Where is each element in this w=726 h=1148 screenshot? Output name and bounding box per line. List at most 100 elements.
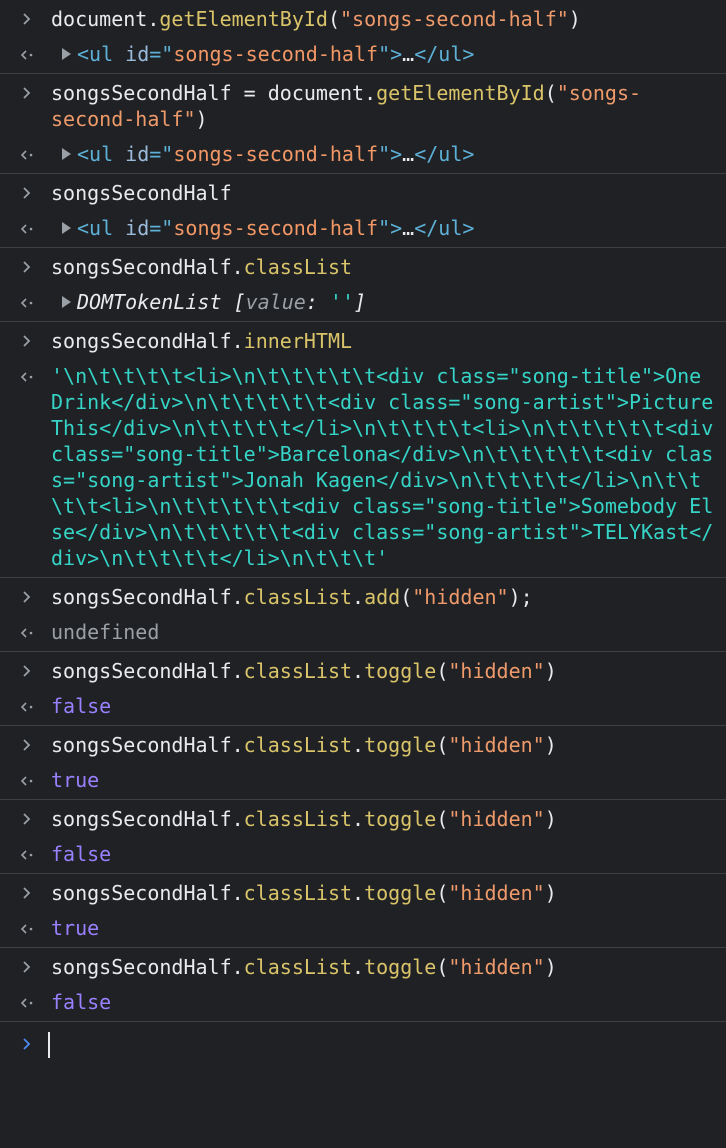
token-plain: (: [436, 881, 449, 905]
token-attrval: songs-second-half: [173, 216, 379, 240]
input-code: songsSecondHalf.classList.toggle("hidden…: [51, 807, 557, 831]
token-method: classList: [243, 255, 353, 279]
token-tag: </ul>: [414, 142, 475, 166]
input-code: songsSecondHalf.classList.toggle("hidden…: [51, 955, 557, 979]
console-output-line[interactable]: DOMTokenList [value: '']: [0, 284, 726, 321]
token-ellip: …: [402, 142, 415, 166]
token-plain: (: [327, 7, 340, 31]
token-tag: </ul>: [414, 216, 475, 240]
console-input-line[interactable]: songsSecondHalf: [0, 174, 726, 210]
token-method: toggle: [364, 659, 437, 683]
disclosure-triangle-icon[interactable]: [62, 222, 71, 234]
input-code: songsSecondHalf.classList.toggle("hidden…: [51, 733, 557, 757]
chevron-right-icon: [20, 732, 34, 758]
console-entry: songsSecondHalf.classList DOMTokenList [v…: [0, 248, 726, 322]
token-plain: songsSecondHalf.: [51, 659, 244, 683]
token-method: classList: [243, 659, 353, 683]
console-entry: songsSecondHalf.classList.add("hidden");…: [0, 578, 726, 652]
output-value: true: [51, 916, 99, 940]
token-method: toggle: [364, 955, 437, 979]
token-method: toggle: [364, 733, 437, 757]
output-value: '\n\t\t\t\t<li>\n\t\t\t\t\t<div class="s…: [51, 364, 725, 570]
text-cursor: [48, 1032, 50, 1058]
token-bool: false: [51, 842, 112, 866]
input-code: songsSecondHalf = document.getElementByI…: [51, 81, 641, 131]
output-value: <ul id="songs-second-half">…</ul>: [62, 142, 474, 166]
token-bool: false: [51, 990, 112, 1014]
chevron-right-icon: [20, 954, 34, 980]
console-output-line: true: [0, 762, 726, 799]
token-string: "hidden": [448, 659, 545, 683]
disclosure-triangle-icon[interactable]: [62, 48, 71, 60]
return-arrow-icon: [20, 620, 34, 646]
output-value: true: [51, 768, 99, 792]
token-plain: (: [544, 81, 557, 105]
console-input-line[interactable]: songsSecondHalf.innerHTML: [0, 322, 726, 358]
disclosure-triangle-icon[interactable]: [62, 148, 71, 160]
console-entry: document.getElementById("songs-second-ha…: [0, 0, 726, 74]
console-output-line: false: [0, 984, 726, 1021]
console-entry: songsSecondHalf.classList.toggle("hidden…: [0, 948, 726, 1022]
console-output-line: '\n\t\t\t\t<li>\n\t\t\t\t\t<div class="s…: [0, 358, 726, 577]
console-output-line[interactable]: <ul id="songs-second-half">…</ul>: [0, 210, 726, 247]
token-tag: <ul: [77, 216, 126, 240]
console-input-line[interactable]: songsSecondHalf.classList.toggle("hidden…: [0, 726, 726, 762]
token-ital: DOMTokenList: [77, 290, 222, 314]
console-input-line[interactable]: songsSecondHalf.classList.toggle("hidden…: [0, 948, 726, 984]
output-value: <ul id="songs-second-half">…</ul>: [62, 216, 474, 240]
token-strout: '': [329, 290, 354, 314]
token-method: innerHTML: [243, 329, 353, 353]
token-tag: <ul: [77, 42, 126, 66]
console-input-line[interactable]: songsSecondHalf.classList: [0, 248, 726, 284]
token-plain: songsSecondHalf.: [51, 807, 244, 831]
console-output-line[interactable]: <ul id="songs-second-half">…</ul>: [0, 136, 726, 173]
token-method: classList: [243, 807, 353, 831]
console-input-line[interactable]: songsSecondHalf.classList.toggle("hidden…: [0, 652, 726, 688]
token-strout: '\n\t\t\t\t<li>\n\t\t\t\t\t<div class="s…: [51, 364, 726, 570]
token-attr: id: [125, 216, 150, 240]
token-plain: .: [352, 955, 365, 979]
input-code: songsSecondHalf.classList: [51, 255, 352, 279]
token-plain: .: [352, 881, 365, 905]
token-tag: =": [149, 142, 174, 166]
return-arrow-icon: [20, 694, 34, 720]
console-input-line[interactable]: songsSecondHalf.classList.add("hidden");: [0, 578, 726, 614]
output-value: false: [51, 694, 111, 718]
token-plain: );: [508, 585, 533, 609]
return-arrow-icon: [20, 290, 34, 316]
console-output-line[interactable]: <ul id="songs-second-half">…</ul>: [0, 36, 726, 73]
console-output-line: undefined: [0, 614, 726, 651]
token-plain: songsSecondHalf.: [51, 881, 244, 905]
input-code: songsSecondHalf: [51, 181, 232, 205]
return-arrow-icon: [20, 216, 34, 242]
return-arrow-icon: [20, 42, 34, 68]
console-output-line: true: [0, 910, 726, 947]
chevron-right-icon: [20, 6, 34, 32]
token-tag: =": [149, 216, 174, 240]
console-input-line[interactable]: document.getElementById("songs-second-ha…: [0, 0, 726, 36]
token-ital: [: [221, 290, 246, 314]
console-prompt[interactable]: [0, 1022, 726, 1066]
console-input-line[interactable]: songsSecondHalf.classList.toggle("hidden…: [0, 800, 726, 836]
console-entry: songsSecondHalf.classList.toggle("hidden…: [0, 726, 726, 800]
token-plain: songsSecondHalf.: [51, 955, 244, 979]
chevron-right-icon: [20, 80, 34, 106]
console-input-line[interactable]: songsSecondHalf.classList.toggle("hidden…: [0, 874, 726, 910]
chevron-right-icon: [20, 328, 34, 354]
token-plain: ): [544, 955, 557, 979]
token-plain: (: [436, 955, 449, 979]
console-input-line[interactable]: songsSecondHalf = document.getElementByI…: [0, 74, 726, 136]
output-value: <ul id="songs-second-half">…</ul>: [62, 42, 474, 66]
token-method: classList: [243, 955, 353, 979]
console-output-line: false: [0, 688, 726, 725]
token-ellip: …: [402, 216, 415, 240]
token-italgray: value: [245, 290, 306, 314]
token-tag: =": [149, 42, 174, 66]
token-plain: document.: [51, 7, 160, 31]
disclosure-triangle-icon[interactable]: [62, 296, 71, 308]
token-tag: ">: [378, 42, 403, 66]
token-plain: (: [436, 807, 449, 831]
return-arrow-icon: [20, 842, 34, 868]
token-string: "hidden": [448, 807, 545, 831]
token-plain: ): [568, 7, 581, 31]
